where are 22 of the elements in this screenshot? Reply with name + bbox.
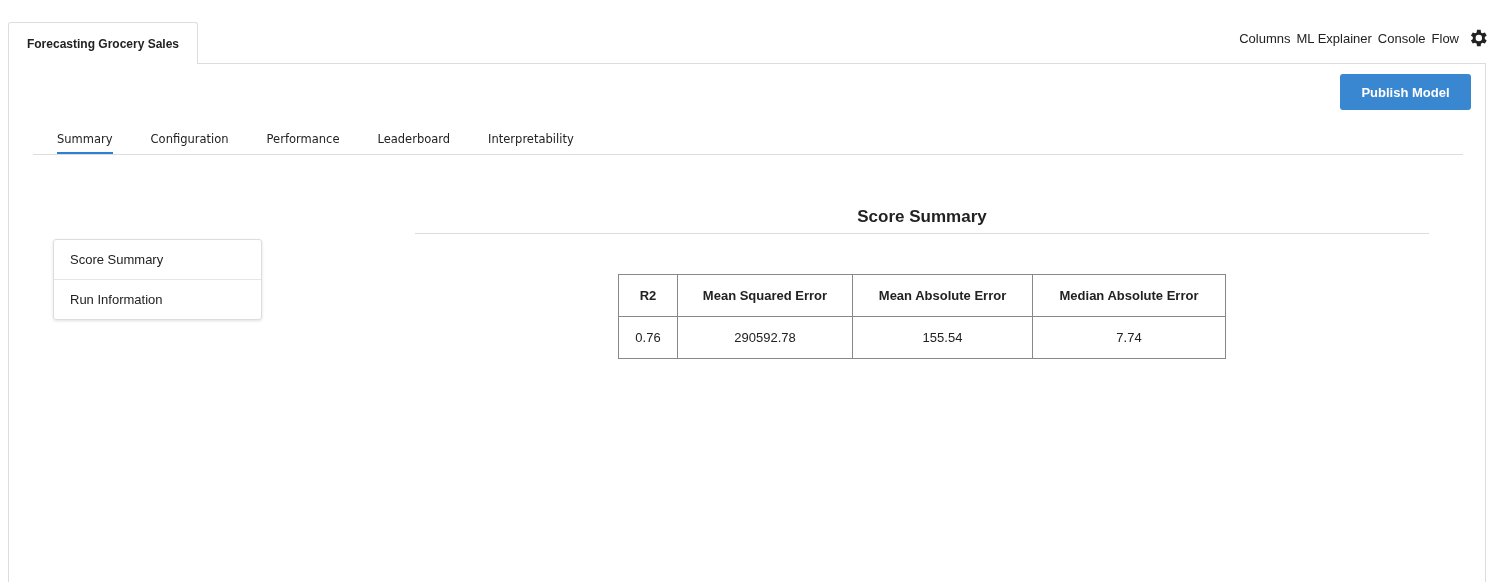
publish-button[interactable]: Publish Model: [1340, 74, 1471, 110]
table-cell: 0.76: [618, 316, 678, 359]
column-header: Mean Absolute Error: [852, 274, 1033, 317]
project-tab[interactable]: Forecasting Grocery Sales: [8, 22, 198, 64]
column-header: Median Absolute Error: [1032, 274, 1226, 317]
section-title: Score Summary: [415, 207, 1429, 234]
side-menu-item[interactable]: Run Information: [54, 279, 261, 319]
table-cell: 7.74: [1032, 316, 1226, 359]
nav-link[interactable]: Columns: [1239, 30, 1291, 46]
tab[interactable]: Performance: [266, 124, 340, 154]
tab[interactable]: Summary: [57, 124, 113, 154]
side-menu-item[interactable]: Score Summary: [54, 240, 261, 279]
tab[interactable]: Interpretability: [488, 124, 574, 154]
table-cell: 290592.78: [677, 316, 853, 359]
tab[interactable]: Leaderboard: [377, 124, 451, 154]
nav-link[interactable]: ML Explainer: [1296, 30, 1372, 46]
table-cell: 155.54: [852, 316, 1033, 359]
nav-link[interactable]: Flow: [1431, 30, 1459, 46]
nav-link[interactable]: Console: [1377, 30, 1426, 46]
tab[interactable]: Configuration: [150, 124, 229, 154]
column-header: R2: [618, 274, 678, 317]
column-header: Mean Squared Error: [677, 274, 853, 317]
